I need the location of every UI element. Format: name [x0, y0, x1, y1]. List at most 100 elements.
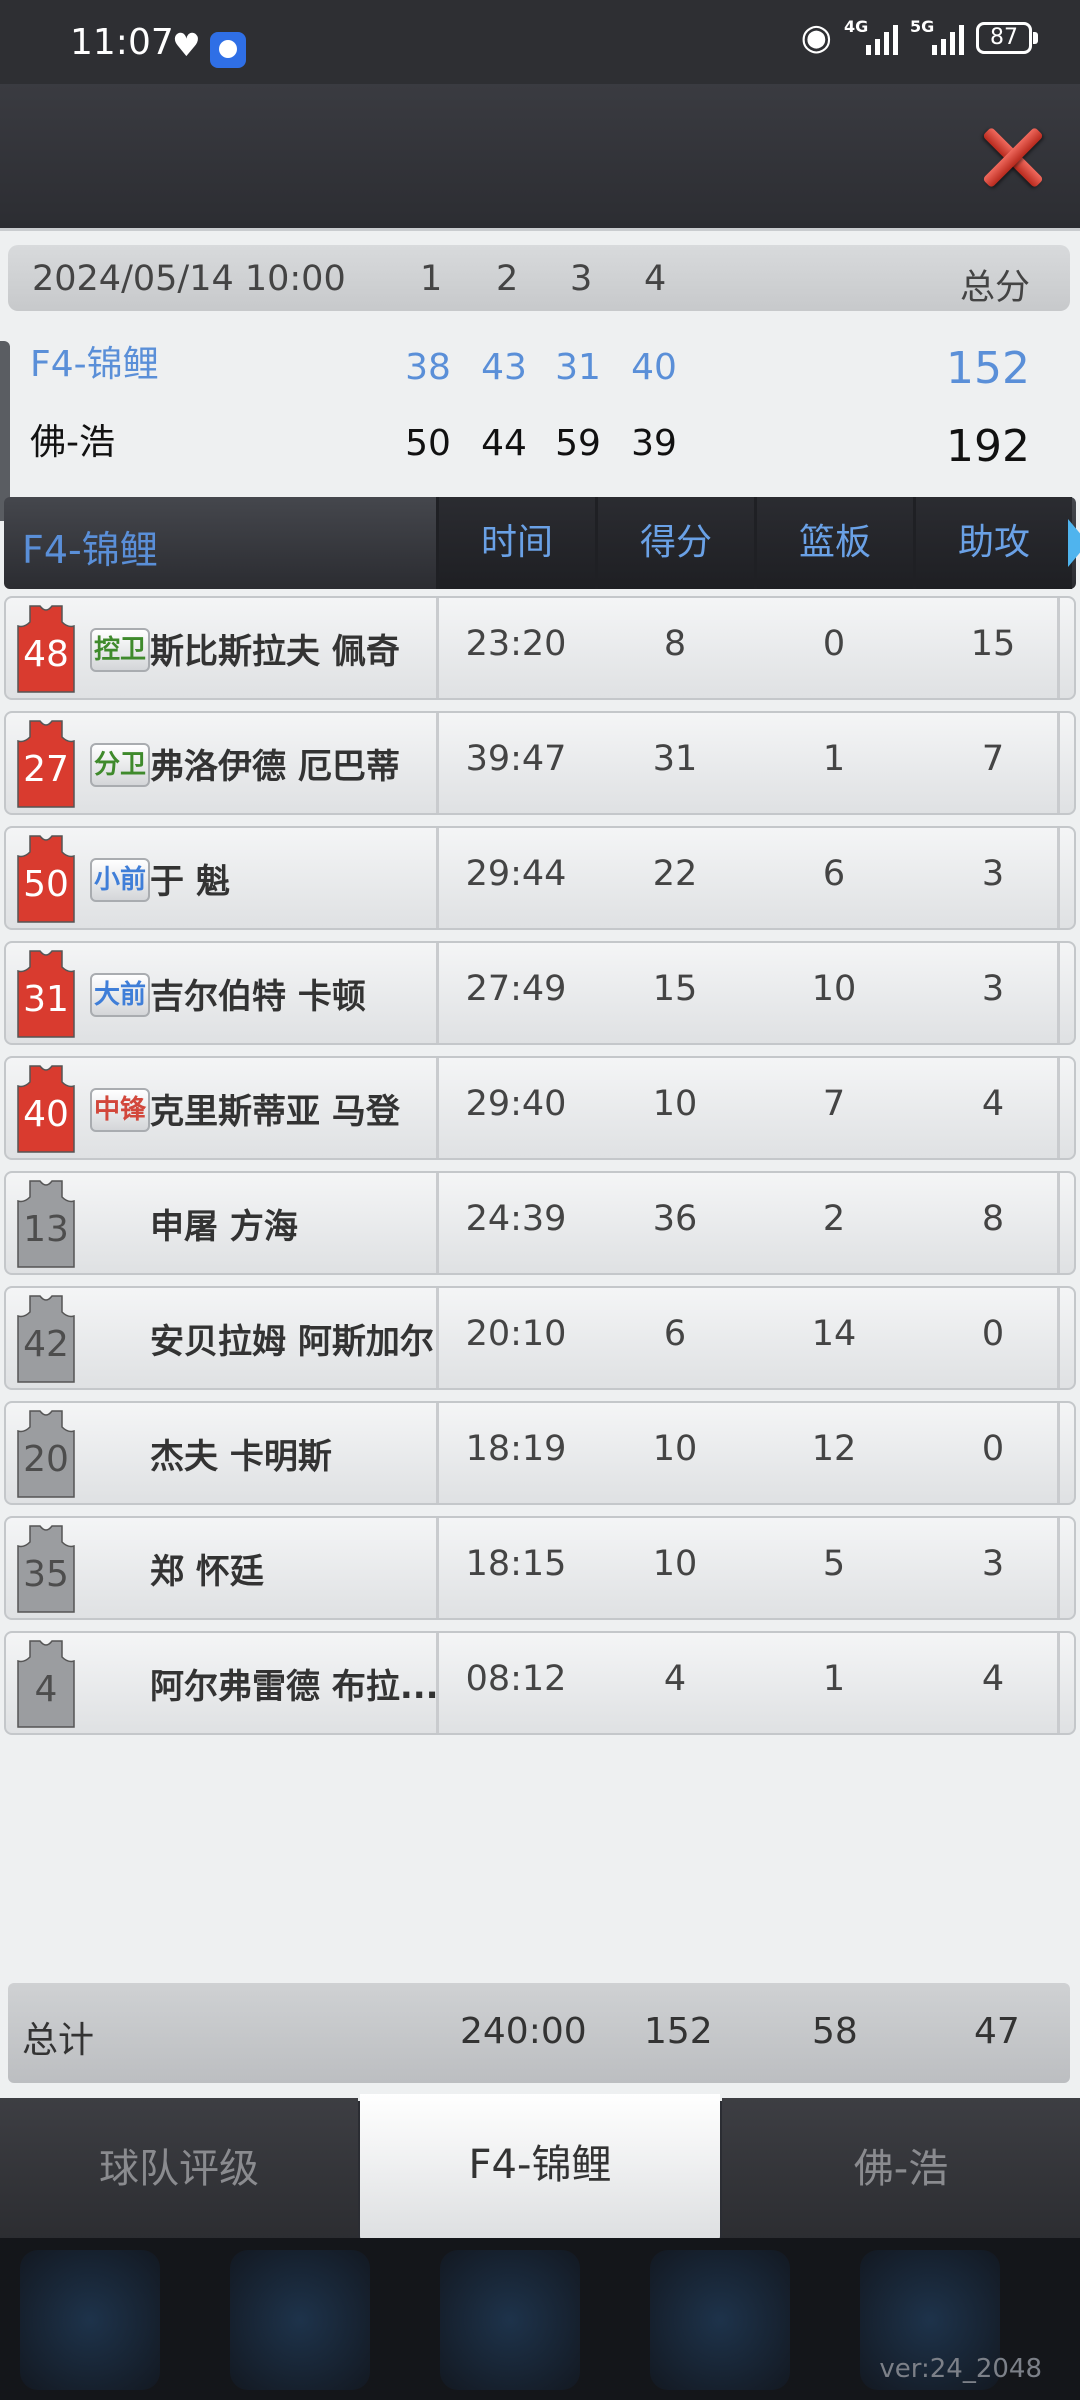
- table-row[interactable]: 42 安贝拉姆 阿斯加尔 20:10 6 14 0: [4, 1286, 1076, 1390]
- player-rebounds: 1: [822, 1659, 846, 1699]
- signal-icon-2: 5G: [910, 17, 964, 55]
- table-row[interactable]: 48 控卫 斯比斯拉夫 佩奇 23:20 8 0 15: [4, 596, 1076, 700]
- eye-icon: ◉: [800, 17, 832, 58]
- player-name: 郑 怀廷: [150, 1552, 264, 1592]
- team-b-q4: 39: [631, 423, 677, 464]
- total-points: 152: [644, 2011, 713, 2052]
- table-row[interactable]: 13 申屠 方海 24:39 36 2 8: [4, 1171, 1076, 1275]
- table-team-label: F4-锦鲤: [22, 528, 158, 572]
- player-assists: 4: [981, 1084, 1005, 1124]
- tab-team-rating[interactable]: 球队评级: [0, 2098, 358, 2240]
- table-row[interactable]: 50 小前于 魁 29:44 22 6 3: [4, 826, 1076, 930]
- jersey-icon: 48: [16, 604, 76, 694]
- player-assists: 4: [981, 1659, 1005, 1699]
- tab-team-a[interactable]: F4-锦鲤: [360, 2094, 720, 2244]
- star-icon[interactable]: [20, 2250, 160, 2390]
- stats-panel: 2024/05/14 10:00 1 2 3 4 总分 F4-锦鲤 38 43 …: [0, 228, 1080, 2101]
- player-points: 4: [663, 1659, 687, 1699]
- column-points[interactable]: 得分: [595, 497, 754, 589]
- jersey-icon: 31: [16, 949, 76, 1039]
- yen-icon[interactable]: [230, 2250, 370, 2390]
- player-points: 15: [652, 969, 698, 1009]
- chat-icon[interactable]: [650, 2250, 790, 2390]
- player-rebounds: 5: [822, 1544, 846, 1584]
- player-assists: 15: [970, 624, 1016, 664]
- team-b-name: 佛-浩: [30, 422, 115, 463]
- table-row[interactable]: 4 阿尔弗雷德 布拉... 08:12 4 1 4: [4, 1631, 1076, 1735]
- total-label: 总计: [22, 2020, 95, 2061]
- player-assists: 0: [981, 1429, 1005, 1469]
- row-divider-right: [1057, 828, 1060, 928]
- table-row[interactable]: 27 分卫 弗洛伊德 厄巴蒂 39:47 31 1 7: [4, 711, 1076, 815]
- player-name: 安贝拉姆 阿斯加尔: [150, 1322, 434, 1362]
- player-name: 吉尔伯特 卡顿: [150, 977, 366, 1017]
- player-points: 36: [652, 1199, 698, 1239]
- position-badge: 大前: [90, 973, 150, 1017]
- player-time: 18:19: [465, 1429, 567, 1469]
- row-divider-right: [1057, 1518, 1060, 1618]
- jersey-icon: 50: [16, 834, 76, 924]
- player-assists: 0: [981, 1314, 1005, 1354]
- network-label-2: 5G: [910, 17, 935, 36]
- player-name: 杰夫 卡明斯: [150, 1437, 332, 1477]
- jersey-icon: 13: [16, 1179, 76, 1269]
- status-bar: 11:07 ♥ ◉ 4G 5G 87: [0, 0, 1080, 84]
- table-row[interactable]: 35 郑 怀廷 18:15 10 5 3: [4, 1516, 1076, 1620]
- table-row[interactable]: 40 中锋 克里斯蒂亚 马登 29:40 10 7 4: [4, 1056, 1076, 1160]
- team-a-q4: 40: [631, 347, 677, 388]
- player-time: 08:12: [465, 1659, 567, 1699]
- player-points: 6: [663, 1314, 687, 1354]
- column-time[interactable]: 时间: [436, 497, 595, 589]
- close-icon[interactable]: [980, 124, 1046, 190]
- scroll-right-arrow-icon[interactable]: [1068, 519, 1080, 567]
- jersey-number: 50: [23, 864, 69, 905]
- player-assists: 7: [981, 739, 1005, 779]
- jersey-icon: 4: [16, 1639, 76, 1729]
- row-divider-right: [1057, 713, 1060, 813]
- player-name: 斯比斯拉夫 佩奇: [150, 632, 400, 672]
- position-badge: 分卫: [90, 743, 150, 787]
- battery-icon: 87: [976, 22, 1038, 54]
- player-name: 阿尔弗雷德 布拉...: [150, 1667, 439, 1707]
- heart-icon: ♥: [172, 26, 201, 64]
- player-name: 于 魁: [150, 862, 230, 902]
- jersey-icon: 27: [16, 719, 76, 809]
- row-divider-right: [1057, 1288, 1060, 1388]
- column-assists[interactable]: 助攻: [913, 497, 1072, 589]
- app-icon: [210, 32, 246, 68]
- total-row: 总计 240:00 152 58 47: [8, 1983, 1070, 2083]
- player-time: 24:39: [465, 1199, 567, 1239]
- jersey-icon: 40: [16, 1064, 76, 1154]
- player-points: 31: [652, 739, 698, 779]
- position-badge: 小前: [90, 858, 150, 902]
- position-badge: 中锋: [90, 1088, 150, 1132]
- jersey-icon[interactable]: [440, 2250, 580, 2390]
- player-name: 申屠 方海: [150, 1207, 298, 1247]
- quarter-4-label: 4: [644, 259, 667, 299]
- player-time: 27:49: [465, 969, 567, 1009]
- column-rebounds[interactable]: 篮板: [754, 497, 913, 589]
- jersey-number: 35: [23, 1554, 69, 1595]
- network-label-1: 4G: [844, 17, 869, 36]
- player-assists: 8: [981, 1199, 1005, 1239]
- tab-team-b[interactable]: 佛-浩: [722, 2098, 1080, 2240]
- player-rebounds: 0: [822, 624, 846, 664]
- row-divider-right: [1057, 598, 1060, 698]
- dialog-header: [0, 84, 1080, 228]
- player-rebounds: 6: [822, 854, 846, 894]
- match-datetime: 2024/05/14 10:00: [32, 259, 346, 299]
- player-name: 弗洛伊德 厄巴蒂: [150, 747, 400, 787]
- stats-column-header: F4-锦鲤 时间 得分 篮板 助攻: [4, 497, 1080, 589]
- team-b-q2: 44: [481, 423, 527, 464]
- team-b-q3: 59: [555, 423, 601, 464]
- status-time: 11:07: [70, 22, 174, 63]
- jersey-number: 48: [23, 634, 69, 675]
- table-row[interactable]: 20 杰夫 卡明斯 18:19 10 12 0: [4, 1401, 1076, 1505]
- player-rebounds: 12: [811, 1429, 857, 1469]
- player-rebounds: 2: [822, 1199, 846, 1239]
- table-row[interactable]: 31 大前 吉尔伯特 卡顿 27:49 15 10 3: [4, 941, 1076, 1045]
- row-divider-right: [1057, 1173, 1060, 1273]
- total-score-label: 总分: [960, 268, 1031, 308]
- player-points: 10: [652, 1429, 698, 1469]
- total-rebounds: 58: [812, 2011, 858, 2052]
